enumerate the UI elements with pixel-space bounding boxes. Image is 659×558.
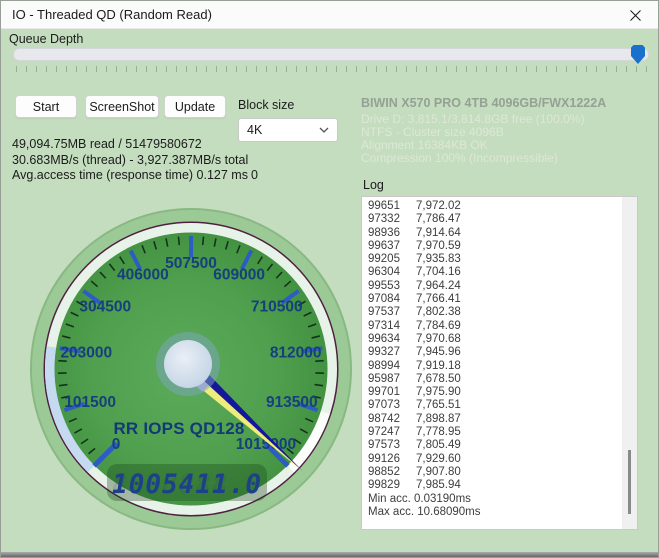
block-size-select[interactable]: 4K: [238, 118, 338, 142]
svg-text:609000: 609000: [213, 267, 265, 284]
log-row: 989367,914.64: [368, 227, 637, 240]
block-size-label: Block size: [238, 98, 294, 112]
log-row: 972477,778.95: [368, 426, 637, 439]
svg-text:101500: 101500: [64, 394, 116, 411]
log-footer-row: Max acc. 10.68090ms: [368, 506, 637, 519]
log-row: 996517,972.02: [368, 200, 637, 213]
block-size-value: 4K: [247, 123, 262, 137]
iops-gauge: 0 101500 203000 304500 406000507500609000 710…: [16, 194, 366, 544]
log-footer-row: Min acc. 0.03190ms: [368, 493, 637, 506]
title-bar[interactable]: IO - Threaded QD (Random Read): [1, 1, 658, 29]
log-row: 973147,784.69: [368, 320, 637, 333]
log-rows: 996517,972.02973327,786.47989367,914.649…: [362, 197, 637, 519]
drive-model-title: BIWIN X570 PRO 4TB 4096GB/FWX1222A: [361, 96, 606, 110]
svg-text:913500: 913500: [266, 394, 318, 411]
log-row: 988527,907.80: [368, 466, 637, 479]
log-row: 987427,898.87: [368, 413, 637, 426]
gauge-title: RR IOPS QD128: [113, 419, 244, 438]
drive-filesystem: NTFS - Cluster size 4096B: [361, 125, 504, 139]
log-row: 996347,970.68: [368, 333, 637, 346]
log-row: 993277,945.96: [368, 346, 637, 359]
log-row: 991267,929.60: [368, 453, 637, 466]
stat-throughput: 30.683MB/s (thread) - 3,927.387MB/s tota…: [12, 153, 248, 167]
queue-depth-slider-track[interactable]: [13, 48, 649, 61]
update-button[interactable]: Update: [164, 95, 226, 118]
window-title: IO - Threaded QD (Random Read): [1, 7, 212, 22]
log-scrollbar-thumb[interactable]: [628, 450, 631, 514]
lcd-value: 1005411.0: [112, 469, 262, 500]
chevron-down-icon: [319, 127, 329, 133]
svg-text:304500: 304500: [79, 299, 131, 316]
stat-read-total: 49,094.75MB read / 51479580672: [12, 137, 202, 151]
close-button[interactable]: [618, 2, 652, 28]
gauge-hub: [164, 340, 212, 388]
queue-depth-label: Queue Depth: [9, 32, 83, 46]
screenshot-button[interactable]: ScreenShot: [85, 95, 159, 118]
svg-text:812000: 812000: [270, 344, 322, 361]
log-row: 989947,919.18: [368, 360, 637, 373]
log-row: 963047,704.16: [368, 266, 637, 279]
log-row: 995537,964.24: [368, 280, 637, 293]
log-row: 992057,935.83: [368, 253, 637, 266]
drive-free-space: Drive D: 3,815.1/3,814.8GB free (100.0%): [361, 112, 584, 126]
svg-text:203000: 203000: [60, 344, 112, 361]
slider-tick-marks: [16, 66, 648, 72]
log-row: 975737,805.49: [368, 439, 637, 452]
drive-alignment: Alignment 16384KB OK: [361, 138, 488, 152]
start-button[interactable]: Start: [15, 95, 77, 118]
log-row: 970737,765.51: [368, 399, 637, 412]
log-label: Log: [363, 178, 384, 192]
log-row: 997017,975.90: [368, 386, 637, 399]
svg-text:507500: 507500: [165, 255, 217, 272]
app-window: IO - Threaded QD (Random Read) Queue Dep…: [0, 0, 659, 558]
queue-depth-slider-thumb[interactable]: [631, 45, 645, 64]
close-icon: [630, 10, 641, 21]
log-row: 959877,678.50: [368, 373, 637, 386]
drive-compression: Compression 100% (Incompressible): [361, 151, 558, 165]
svg-text:406000: 406000: [117, 267, 169, 284]
svg-text:0: 0: [112, 436, 121, 453]
log-row: 970847,766.41: [368, 293, 637, 306]
svg-text:710500: 710500: [251, 299, 303, 316]
log-row: 998297,985.94: [368, 479, 637, 492]
log-list[interactable]: 996517,972.02973327,786.47989367,914.649…: [361, 196, 638, 530]
log-scrollbar[interactable]: [622, 197, 637, 529]
stat-extra-value: 0: [251, 168, 258, 182]
window-bottom-edge: [1, 552, 658, 558]
stat-access-time: Avg.access time (response time) 0.127 ms: [12, 168, 248, 182]
log-row: 996377,970.59: [368, 240, 637, 253]
log-row: 975377,802.38: [368, 306, 637, 319]
log-row: 973327,786.47: [368, 213, 637, 226]
